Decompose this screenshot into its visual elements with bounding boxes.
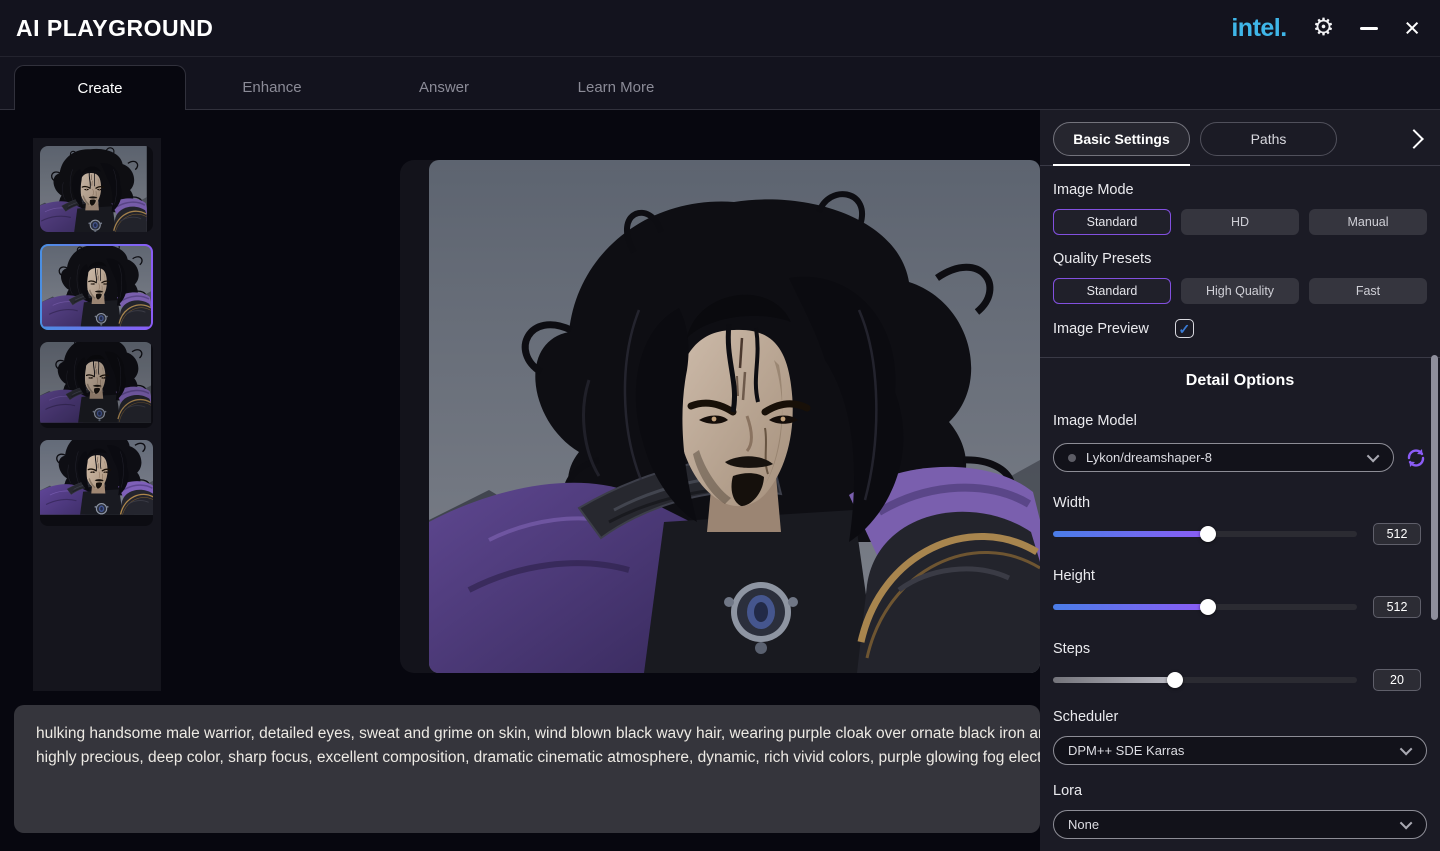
tab-create[interactable]: Create: [14, 65, 186, 110]
scheduler-label: Scheduler: [1053, 709, 1427, 725]
quality-preset-options: Standard High Quality Fast: [1053, 278, 1427, 304]
quality-fast-button[interactable]: Fast: [1309, 278, 1427, 304]
titlebar-actions: intel. ⚙ ×: [1231, 14, 1420, 43]
image-model-value: Lykon/dreamshaper-8: [1086, 450, 1212, 465]
width-value[interactable]: 512: [1373, 523, 1421, 545]
intel-logo: intel.: [1231, 14, 1286, 43]
lora-label: Lora: [1053, 783, 1427, 799]
steps-slider-fill: [1053, 677, 1175, 683]
image-preview-checkbox[interactable]: ✓: [1175, 319, 1194, 338]
active-tab-underline: [1053, 164, 1190, 166]
height-slider-thumb[interactable]: [1200, 599, 1216, 615]
prompt-text-line2: highly precious, deep color, sharp focus…: [36, 746, 1018, 770]
thumbnail-3[interactable]: [40, 342, 153, 428]
tab-enhance[interactable]: Enhance: [186, 65, 358, 109]
quality-high-quality-button[interactable]: High Quality: [1181, 278, 1299, 304]
image-mode-manual-button[interactable]: Manual: [1309, 209, 1427, 235]
titlebar: AI PLAYGROUND intel. ⚙ ×: [0, 0, 1440, 57]
checkmark-icon: ✓: [1179, 322, 1191, 336]
lora-row: None: [1053, 810, 1427, 839]
image-mode-standard-button[interactable]: Standard: [1053, 209, 1171, 235]
prompt-input[interactable]: hulking handsome male warrior, detailed …: [14, 705, 1040, 833]
panel-collapse-chevron-icon[interactable]: [1404, 129, 1424, 149]
settings-gear-icon[interactable]: ⚙: [1313, 16, 1335, 40]
image-mode-label: Image Mode: [1053, 182, 1427, 198]
minimize-icon[interactable]: [1360, 27, 1378, 30]
main-tabbar: Create Enhance Answer Learn More: [0, 57, 1440, 110]
generated-image-warrior[interactable]: [429, 160, 1040, 673]
image-model-label: Image Model: [1053, 413, 1427, 429]
height-slider[interactable]: [1053, 604, 1357, 610]
tab-answer[interactable]: Answer: [358, 65, 530, 109]
model-status-dot-icon: [1068, 454, 1076, 462]
width-slider-fill: [1053, 531, 1208, 537]
create-workspace: hulking handsome male warrior, detailed …: [0, 110, 1440, 851]
tab-paths[interactable]: Paths: [1200, 122, 1337, 156]
height-slider-row: 512: [1053, 596, 1427, 618]
height-slider-fill: [1053, 604, 1208, 610]
image-mode-options: Standard HD Manual: [1053, 209, 1427, 235]
height-label: Height: [1053, 568, 1427, 584]
width-slider[interactable]: [1053, 531, 1357, 537]
steps-label: Steps: [1053, 641, 1427, 657]
chevron-down-icon: [1367, 450, 1380, 463]
steps-slider-thumb[interactable]: [1167, 672, 1183, 688]
panel-scrollbar[interactable]: [1431, 355, 1438, 620]
close-icon[interactable]: ×: [1404, 18, 1420, 38]
chevron-down-icon: [1400, 817, 1413, 830]
prompt-text-line1: hulking handsome male warrior, detailed …: [36, 722, 1018, 746]
steps-value[interactable]: 20: [1373, 669, 1421, 691]
panel-divider: [1040, 357, 1440, 358]
height-value[interactable]: 512: [1373, 596, 1421, 618]
lora-value: None: [1068, 817, 1099, 832]
chevron-down-icon: [1400, 743, 1413, 756]
image-preview-row: Image Preview ✓: [1053, 319, 1427, 338]
width-slider-thumb[interactable]: [1200, 526, 1216, 542]
steps-slider[interactable]: [1053, 677, 1357, 683]
image-model-row: Lykon/dreamshaper-8: [1053, 443, 1427, 472]
scheduler-row: DPM++ SDE Karras: [1053, 736, 1427, 765]
quality-presets-label: Quality Presets: [1053, 251, 1427, 267]
thumbnail-4[interactable]: [40, 440, 153, 526]
thumbnail-2-selected[interactable]: [40, 244, 153, 330]
thumbnail-1[interactable]: [40, 146, 153, 232]
app-title: AI PLAYGROUND: [16, 15, 213, 42]
settings-panel: Basic Settings Paths Image Mode Standard…: [1040, 110, 1440, 851]
tab-basic-settings[interactable]: Basic Settings: [1053, 122, 1190, 156]
generation-thumbnail-strip: [33, 138, 161, 691]
quality-standard-button[interactable]: Standard: [1053, 278, 1171, 304]
width-slider-row: 512: [1053, 523, 1427, 545]
image-model-dropdown[interactable]: Lykon/dreamshaper-8: [1053, 443, 1394, 472]
scheduler-value: DPM++ SDE Karras: [1068, 743, 1184, 758]
width-label: Width: [1053, 495, 1427, 511]
tab-learn-more[interactable]: Learn More: [530, 65, 702, 109]
detail-options-title: Detail Options: [1053, 372, 1427, 390]
settings-panel-tabs: Basic Settings Paths: [1040, 110, 1440, 166]
lora-dropdown[interactable]: None: [1053, 810, 1427, 839]
app-window: AI PLAYGROUND intel. ⚙ × Create Enhance …: [0, 0, 1440, 851]
scheduler-dropdown[interactable]: DPM++ SDE Karras: [1053, 736, 1427, 765]
image-preview-label: Image Preview: [1053, 321, 1149, 337]
image-mode-hd-button[interactable]: HD: [1181, 209, 1299, 235]
steps-slider-row: 20: [1053, 669, 1427, 691]
refresh-models-icon[interactable]: [1405, 447, 1427, 469]
image-canvas: [400, 160, 1040, 673]
